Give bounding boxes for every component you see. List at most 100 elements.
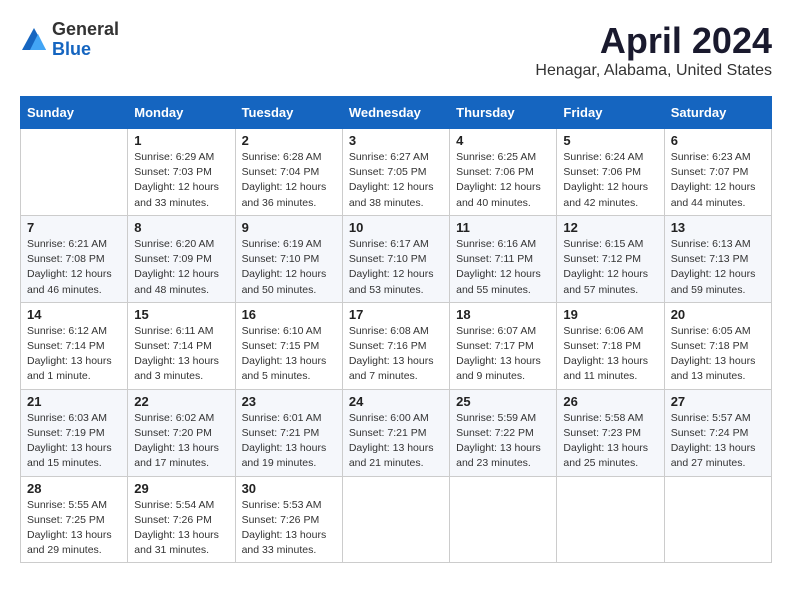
- calendar-cell: 4Sunrise: 6:25 AMSunset: 7:06 PMDaylight…: [450, 129, 557, 216]
- sunset-text: Sunset: 7:18 PM: [563, 340, 641, 352]
- daylight-minutes-text: and 5 minutes.: [242, 370, 311, 382]
- sunrise-text: Sunrise: 5:53 AM: [242, 499, 322, 511]
- daylight-text: Daylight: 12 hours: [242, 181, 327, 193]
- daylight-text: Daylight: 12 hours: [456, 268, 541, 280]
- sunrise-text: Sunrise: 6:21 AM: [27, 238, 107, 250]
- day-number: 14: [27, 307, 121, 322]
- page-header: General Blue April 2024 Henagar, Alabama…: [20, 20, 772, 80]
- sunset-text: Sunset: 7:23 PM: [563, 427, 641, 439]
- day-of-week-header: Saturday: [664, 97, 771, 129]
- day-info: Sunrise: 6:15 AMSunset: 7:12 PMDaylight:…: [563, 237, 657, 298]
- sunrise-text: Sunrise: 6:15 AM: [563, 238, 643, 250]
- sunset-text: Sunset: 7:06 PM: [563, 166, 641, 178]
- day-info: Sunrise: 6:16 AMSunset: 7:11 PMDaylight:…: [456, 237, 550, 298]
- sunrise-text: Sunrise: 5:59 AM: [456, 412, 536, 424]
- sunrise-text: Sunrise: 6:28 AM: [242, 151, 322, 163]
- calendar-cell: 7Sunrise: 6:21 AMSunset: 7:08 PMDaylight…: [21, 215, 128, 302]
- day-number: 22: [134, 394, 228, 409]
- calendar-cell: 9Sunrise: 6:19 AMSunset: 7:10 PMDaylight…: [235, 215, 342, 302]
- calendar-cell: 19Sunrise: 6:06 AMSunset: 7:18 PMDayligh…: [557, 302, 664, 389]
- sunrise-text: Sunrise: 6:12 AM: [27, 325, 107, 337]
- sunset-text: Sunset: 7:09 PM: [134, 253, 212, 265]
- day-number: 19: [563, 307, 657, 322]
- sunset-text: Sunset: 7:04 PM: [242, 166, 320, 178]
- day-info: Sunrise: 5:59 AMSunset: 7:22 PMDaylight:…: [456, 411, 550, 472]
- day-info: Sunrise: 6:06 AMSunset: 7:18 PMDaylight:…: [563, 324, 657, 385]
- day-number: 26: [563, 394, 657, 409]
- logo-icon: [20, 26, 48, 54]
- day-info: Sunrise: 6:17 AMSunset: 7:10 PMDaylight:…: [349, 237, 443, 298]
- daylight-minutes-text: and 46 minutes.: [27, 284, 102, 296]
- calendar-cell: 10Sunrise: 6:17 AMSunset: 7:10 PMDayligh…: [342, 215, 449, 302]
- day-of-week-header: Sunday: [21, 97, 128, 129]
- day-number: 17: [349, 307, 443, 322]
- daylight-minutes-text: and 53 minutes.: [349, 284, 424, 296]
- daylight-text: Daylight: 13 hours: [134, 355, 219, 367]
- daylight-text: Daylight: 13 hours: [27, 355, 112, 367]
- daylight-text: Daylight: 13 hours: [563, 442, 648, 454]
- day-of-week-header: Friday: [557, 97, 664, 129]
- calendar-header-row: SundayMondayTuesdayWednesdayThursdayFrid…: [21, 97, 772, 129]
- sunrise-text: Sunrise: 6:17 AM: [349, 238, 429, 250]
- day-number: 13: [671, 220, 765, 235]
- calendar-cell: 15 Sunrise: 6:11 AMSunset: 7:14 PMDayligh…: [128, 302, 235, 389]
- daylight-minutes-text: and 48 minutes.: [134, 284, 209, 296]
- daylight-text: Daylight: 13 hours: [242, 355, 327, 367]
- calendar-week-row: 28Sunrise: 5:55 AMSunset: 7:25 PMDayligh…: [21, 476, 772, 563]
- sunset-text: Sunset: 7:10 PM: [242, 253, 320, 265]
- sunset-text: Sunset: 7:19 PM: [27, 427, 105, 439]
- calendar-cell: 6Sunrise: 6:23 AMSunset: 7:07 PMDaylight…: [664, 129, 771, 216]
- calendar-cell: 28Sunrise: 5:55 AMSunset: 7:25 PMDayligh…: [21, 476, 128, 563]
- calendar-cell: 20Sunrise: 6:05 AMSunset: 7:18 PMDayligh…: [664, 302, 771, 389]
- day-info: Sunrise: 5:57 AMSunset: 7:24 PMDaylight:…: [671, 411, 765, 472]
- day-info: Sunrise: 6:13 AMSunset: 7:13 PMDaylight:…: [671, 237, 765, 298]
- calendar-cell: 21Sunrise: 6:03 AMSunset: 7:19 PMDayligh…: [21, 389, 128, 476]
- daylight-text: Daylight: 13 hours: [456, 355, 541, 367]
- sunrise-text: Sunrise: 6:06 AM: [563, 325, 643, 337]
- daylight-text: Daylight: 12 hours: [242, 268, 327, 280]
- daylight-minutes-text: and 31 minutes.: [134, 544, 209, 556]
- calendar-cell: [342, 476, 449, 563]
- day-info: Sunrise: 6:10 AMSunset: 7:15 PMDaylight:…: [242, 324, 336, 385]
- daylight-minutes-text: and 13 minutes.: [671, 370, 746, 382]
- daylight-text: Daylight: 12 hours: [134, 268, 219, 280]
- daylight-minutes-text: and 7 minutes.: [349, 370, 418, 382]
- day-number: 15: [134, 307, 228, 322]
- daylight-minutes-text: and 36 minutes.: [242, 197, 317, 209]
- daylight-text: Daylight: 12 hours: [563, 268, 648, 280]
- day-number: 25: [456, 394, 550, 409]
- daylight-text: Daylight: 12 hours: [349, 268, 434, 280]
- daylight-minutes-text: and 3 minutes.: [134, 370, 203, 382]
- day-info: Sunrise: 6:27 AMSunset: 7:05 PMDaylight:…: [349, 150, 443, 211]
- day-number: 2: [242, 133, 336, 148]
- day-info: Sunrise: 6:11 AMSunset: 7:14 PMDaylight:…: [134, 324, 228, 385]
- day-info: Sunrise: 6:12 AMSunset: 7:14 PMDaylight:…: [27, 324, 121, 385]
- logo-text: General Blue: [52, 20, 119, 60]
- sunset-text: Sunset: 7:13 PM: [671, 253, 749, 265]
- sunrise-text: Sunrise: 5:54 AM: [134, 499, 214, 511]
- sunset-text: Sunset: 7:16 PM: [349, 340, 427, 352]
- sunset-text: Sunset: 7:21 PM: [242, 427, 320, 439]
- calendar-cell: 11Sunrise: 6:16 AMSunset: 7:11 PMDayligh…: [450, 215, 557, 302]
- logo: General Blue: [20, 20, 119, 60]
- daylight-text: Daylight: 13 hours: [242, 529, 327, 541]
- daylight-text: Daylight: 13 hours: [671, 442, 756, 454]
- day-info: Sunrise: 6:28 AM Sunset: 7:04 PM Daylight:…: [242, 150, 336, 211]
- day-info: Sunrise: 6:29 AMSunset: 7:03 PMDaylight:…: [134, 150, 228, 211]
- daylight-text: Daylight: 12 hours: [671, 268, 756, 280]
- calendar-cell: 24Sunrise: 6:00 AMSunset: 7:21 PMDayligh…: [342, 389, 449, 476]
- sunrise-text: Sunrise: 5:57 AM: [671, 412, 751, 424]
- sunrise-text: Sunrise: 6:23 AM: [671, 151, 751, 163]
- calendar-table: SundayMondayTuesdayWednesdayThursdayFrid…: [20, 96, 772, 563]
- sunset-text: Sunset: 7:21 PM: [349, 427, 427, 439]
- day-number: 18: [456, 307, 550, 322]
- day-number: 16: [242, 307, 336, 322]
- day-info: Sunrise: 6:20 AMSunset: 7:09 PMDaylight:…: [134, 237, 228, 298]
- day-number: 6: [671, 133, 765, 148]
- daylight-text: Daylight: 13 hours: [671, 355, 756, 367]
- calendar-week-row: 21Sunrise: 6:03 AMSunset: 7:19 PMDayligh…: [21, 389, 772, 476]
- calendar-cell: 18Sunrise: 6:07 AMSunset: 7:17 PMDayligh…: [450, 302, 557, 389]
- day-info: Sunrise: 6:05 AMSunset: 7:18 PMDaylight:…: [671, 324, 765, 385]
- day-number: 1: [134, 133, 228, 148]
- logo-blue: Blue: [52, 39, 91, 59]
